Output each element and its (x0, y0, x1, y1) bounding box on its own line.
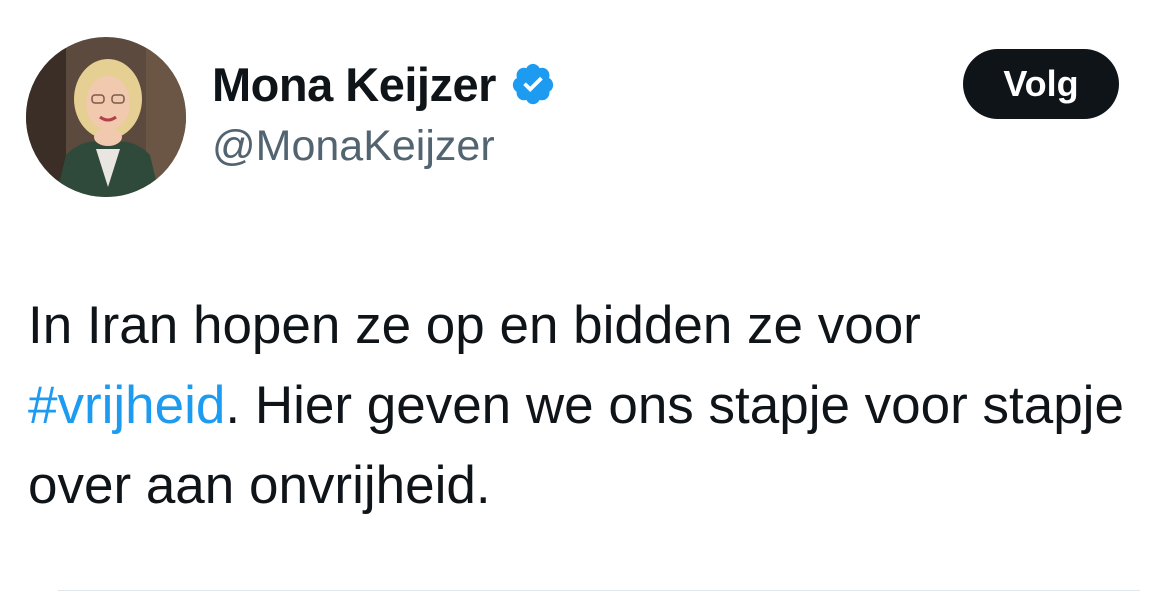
tweet-text: In Iran hopen ze op en bidden ze voor #v… (28, 286, 1138, 526)
avatar[interactable] (26, 37, 186, 197)
author-handle[interactable]: @MonaKeijzer (212, 122, 495, 171)
author-name-row: Mona Keijzer (212, 52, 556, 116)
follow-button[interactable]: Volg (963, 49, 1119, 119)
avatar-photo (26, 37, 186, 197)
divider (58, 590, 1140, 591)
tweet-card: Mona Keijzer @MonaKeijzer Volg In Iran h… (0, 0, 1170, 593)
tweet-text-part: In Iran hopen ze op en bidden ze voor (28, 296, 921, 355)
verified-badge-icon (510, 61, 556, 107)
author-display-name[interactable]: Mona Keijzer (212, 57, 496, 112)
hashtag-link[interactable]: #vrijheid (28, 376, 225, 435)
